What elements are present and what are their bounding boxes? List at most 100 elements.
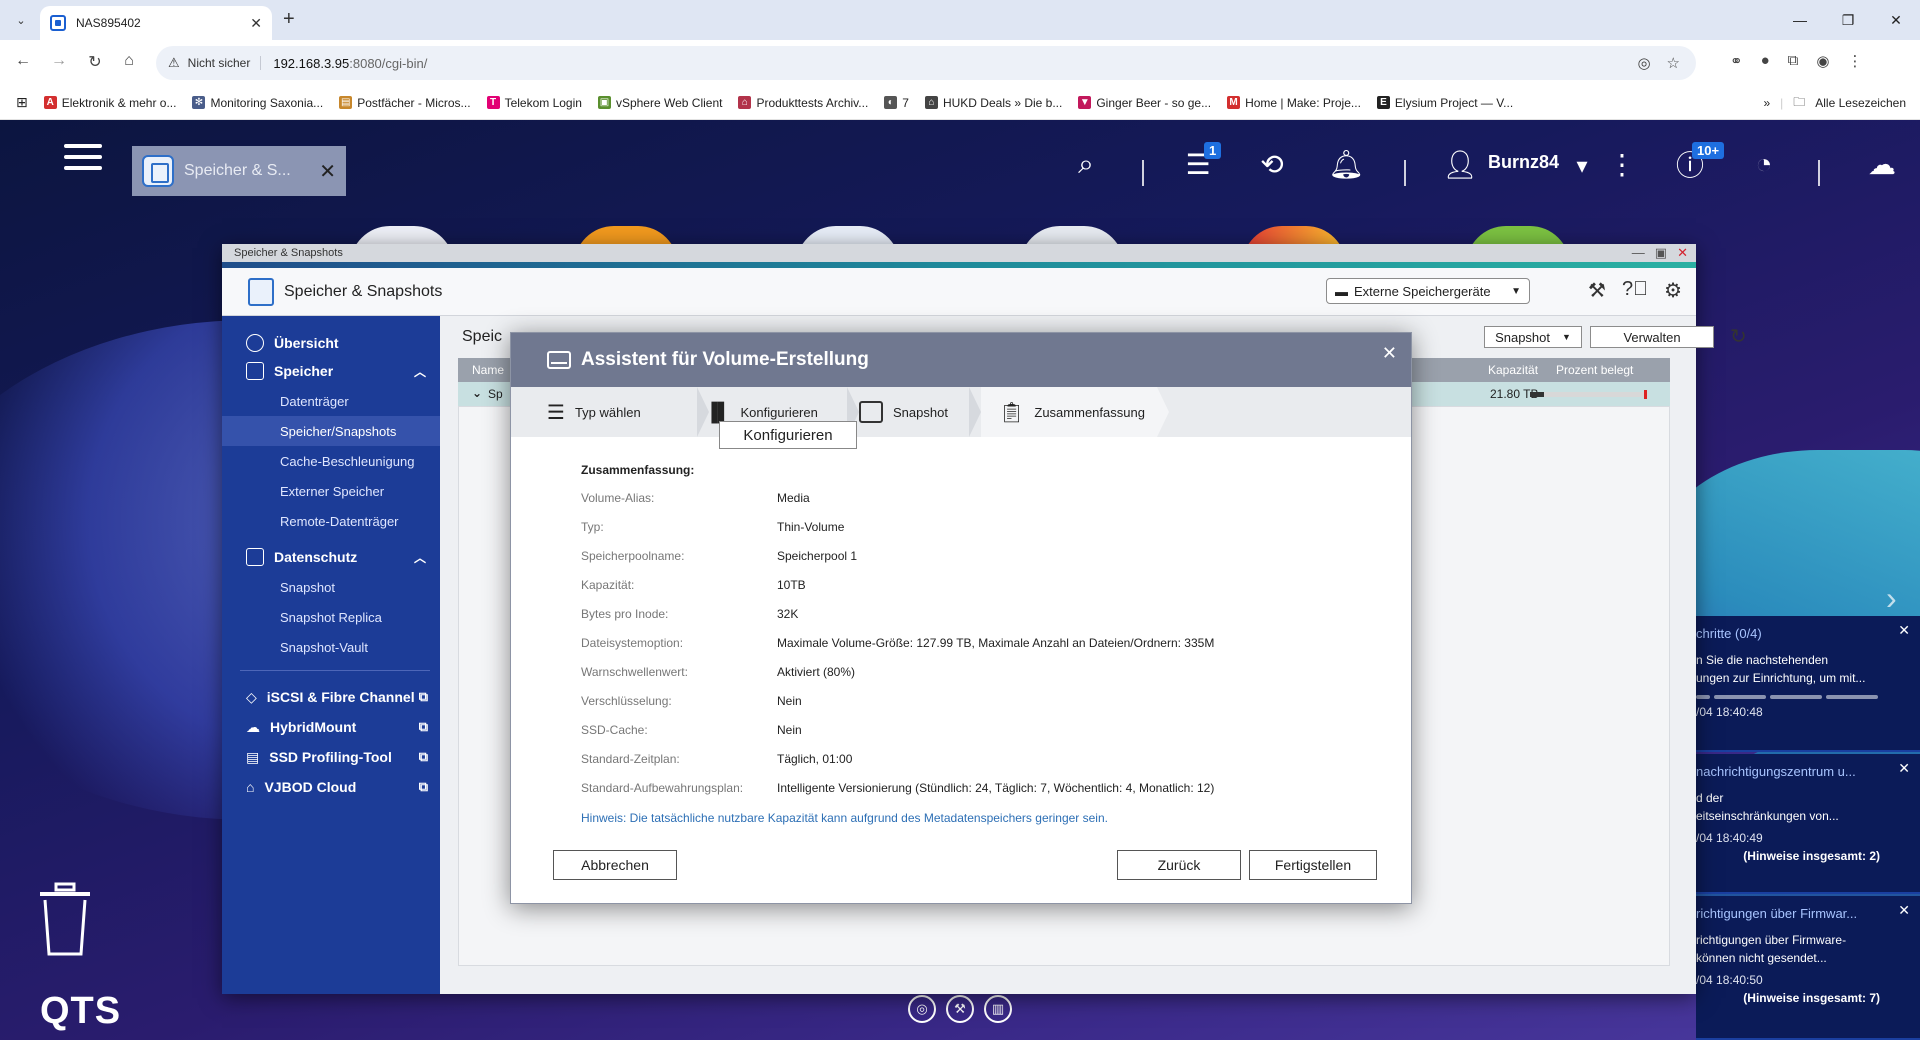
recycle-bin-icon[interactable] <box>36 882 94 958</box>
snapshot-dropdown-label: Snapshot <box>1495 329 1550 345</box>
sync-extension-icon[interactable]: ⚭ <box>1730 52 1743 70</box>
extensions-puzzle-icon[interactable]: ⧉ <box>1788 52 1799 70</box>
notification-card[interactable]: ✕ richtigungen über Firmwar... richtigun… <box>1696 896 1920 1040</box>
notification-bell-icon[interactable]: 🔔︎ <box>1326 144 1366 184</box>
cloud-icon[interactable]: ☁ <box>1862 144 1902 184</box>
apps-grid-icon[interactable]: ⊞ <box>16 94 28 111</box>
external-device-icon[interactable]: ⟲ <box>1252 144 1292 184</box>
bookmarks-more-icon[interactable]: » <box>1763 96 1770 110</box>
app-tab-close-icon[interactable]: ✕ <box>319 159 336 184</box>
finish-button[interactable]: Fertigstellen <box>1249 850 1377 880</box>
notification-card[interactable]: ✕ chritte (0/4) n Sie die nachstehenden u… <box>1696 616 1920 752</box>
sidebar-item-external-storage[interactable]: Externer Speicher <box>222 476 440 506</box>
sidebar-item-label: iSCSI & Fibre Channel <box>266 689 415 705</box>
bookmark-star-icon[interactable]: ☆ <box>1667 54 1680 72</box>
app-center-icon[interactable]: ▥ <box>984 995 1012 1023</box>
snapshot-dropdown[interactable]: Snapshot ▼ <box>1484 326 1582 348</box>
bookmark-item[interactable]: ▼ Ginger Beer - so ge... <box>1078 96 1211 110</box>
tracking-off-icon[interactable]: ◎ <box>1637 54 1650 72</box>
notification-body: n Sie die nachstehenden <box>1696 653 1829 667</box>
myqnapcloud-icon[interactable]: ◎ <box>908 995 936 1023</box>
notification-card[interactable]: ✕ nachrichtigungszentrum u... d der eitse… <box>1696 754 1920 894</box>
app-tab-storage[interactable]: Speicher & S... ✕ <box>132 146 346 196</box>
sidebar-item-cache[interactable]: Cache-Beschleunigung <box>222 446 440 476</box>
main-menu-icon[interactable] <box>64 144 102 174</box>
bookmark-item[interactable]: ✻ Monitoring Saxonia... <box>192 96 323 110</box>
column-used-header[interactable]: Prozent belegt <box>1556 363 1633 377</box>
help-icon[interactable]: ?⃝ <box>1622 278 1648 303</box>
sidebar-item-snapshot[interactable]: Snapshot <box>222 572 440 602</box>
bookmark-item[interactable]: A Elektronik & mehr o... <box>43 96 176 110</box>
window-titlebar[interactable]: Speicher & Snapshots — ▣ ✕ <box>222 244 1696 262</box>
folder-icon: 🗀 <box>1793 94 1806 109</box>
browser-tab[interactable]: NAS895402 ✕ <box>40 6 272 40</box>
settings-gear-icon[interactable]: ⚙ <box>1664 278 1682 303</box>
sidebar-item-storage[interactable]: Speicher ︿ <box>222 356 440 386</box>
column-name-header[interactable]: Name <box>472 363 504 377</box>
user-dropdown-caret-icon[interactable]: ▾ <box>1562 146 1602 186</box>
reload-icon[interactable]: ↻ <box>84 52 106 72</box>
bookmark-label: Ginger Beer - so ge... <box>1096 95 1212 110</box>
close-window-icon[interactable]: ✕ <box>1872 0 1920 40</box>
helpdesk-icon[interactable]: ⚒ <box>946 995 974 1023</box>
column-capacity-header[interactable]: Kapazität <box>1488 363 1538 377</box>
home-icon[interactable]: ⌂ <box>118 52 140 70</box>
sidebar-item-ssd-profiling[interactable]: ▤ SSD Profiling-Tool ⧉ <box>222 742 440 772</box>
external-devices-dropdown[interactable]: ▬ Externe Speichergeräte ▼ <box>1326 278 1530 304</box>
tab-close-icon[interactable]: ✕ <box>250 15 262 32</box>
forward-icon[interactable]: → <box>48 52 70 70</box>
not-secure-label[interactable]: Nicht sicher <box>188 56 262 70</box>
bookmark-item[interactable]: ◐ 7 <box>884 96 909 110</box>
tools-icon[interactable]: ⚒ <box>1588 278 1606 303</box>
url-text[interactable]: 192.168.3.95:8080/cgi-bin/ <box>273 56 427 71</box>
bookmark-item[interactable]: ⌂ Produkttests Archiv... <box>738 96 868 110</box>
window-minimize-icon[interactable]: — <box>1632 244 1645 262</box>
back-button[interactable]: Zurück <box>1117 850 1241 880</box>
search-icon[interactable]: ⌕ <box>1066 144 1106 184</box>
tab-search-icon[interactable]: ⌄ <box>10 9 32 31</box>
bookmark-item[interactable]: E Elysium Project — V... <box>1376 96 1513 110</box>
user-icon[interactable]: 👤︎ <box>1440 144 1480 184</box>
dashboard-gauge-icon[interactable]: ◔ <box>1744 144 1784 184</box>
more-options-icon[interactable]: ⋮ <box>1602 144 1642 184</box>
sidebar-item-disks[interactable]: Datenträger <box>222 386 440 416</box>
wizard-close-icon[interactable]: ✕ <box>1382 343 1397 364</box>
sidebar-item-label: VJBOD Cloud <box>264 779 357 795</box>
notification-close-icon[interactable]: ✕ <box>1898 622 1910 639</box>
user-name[interactable]: Burnz84 <box>1488 152 1559 173</box>
bookmark-item[interactable]: T Telekom Login <box>486 96 582 110</box>
refresh-icon[interactable]: ↻ <box>1730 324 1747 349</box>
sidebar-item-iscsi[interactable]: ◇ iSCSI & Fibre Channel ⧉ <box>222 682 440 712</box>
window-maximize-icon[interactable]: ▣ <box>1655 244 1667 262</box>
back-icon[interactable]: ← <box>12 52 34 70</box>
profile-avatar-icon[interactable]: ◉ <box>1816 52 1829 70</box>
notification-close-icon[interactable]: ✕ <box>1898 760 1910 777</box>
sidebar-item-remote-disks[interactable]: Remote-Datenträger <box>222 506 440 536</box>
sidebar-item-data-protection[interactable]: Datenschutz ︿ <box>222 542 440 572</box>
sidebar-item-snapshot-replica[interactable]: Snapshot Replica <box>222 602 440 632</box>
norton-extension-icon[interactable]: ● <box>1761 52 1770 70</box>
bookmark-item[interactable]: ▤ Postfächer - Micros... <box>339 96 471 110</box>
bookmark-item[interactable]: M Home | Make: Proje... <box>1227 96 1361 110</box>
url-bar[interactable]: ⚠ Nicht sicher 192.168.3.95:8080/cgi-bin… <box>156 46 1696 80</box>
chevron-right-icon[interactable]: › <box>1886 580 1897 617</box>
sidebar-item-snapshot-vault[interactable]: Snapshot-Vault <box>222 632 440 662</box>
bookmark-item[interactable]: ⌂ HUKD Deals » Die b... <box>924 96 1062 110</box>
browser-menu-icon[interactable]: ⋮ <box>1847 52 1862 70</box>
sidebar-item-hybridmount[interactable]: ☁ HybridMount ⧉ <box>222 712 440 742</box>
sidebar-item-storage-snapshots[interactable]: Speicher/Snapshots <box>222 416 440 446</box>
sidebar-item-overview[interactable]: Übersicht <box>222 328 440 358</box>
summary-key: Warnschwellenwert: <box>581 665 688 679</box>
minimize-icon[interactable]: — <box>1776 0 1824 40</box>
notification-close-icon[interactable]: ✕ <box>1898 902 1910 919</box>
manage-button[interactable]: Verwalten <box>1590 326 1714 348</box>
cancel-button[interactable]: Abbrechen <box>553 850 677 880</box>
sidebar-item-vjbod-cloud[interactable]: ⌂ VJBOD Cloud ⧉ <box>222 772 440 802</box>
window-close-icon[interactable]: ✕ <box>1677 244 1688 262</box>
bookmark-item[interactable]: ▣ vSphere Web Client <box>597 96 722 110</box>
restore-icon[interactable]: ❐ <box>1824 0 1872 40</box>
new-tab-button[interactable]: + <box>283 8 295 31</box>
all-bookmarks-link[interactable]: Alle Lesezeichen <box>1815 96 1906 110</box>
step-snapshot: Snapshot <box>859 387 979 437</box>
expand-chevron-icon[interactable]: ⌄ <box>472 386 482 400</box>
